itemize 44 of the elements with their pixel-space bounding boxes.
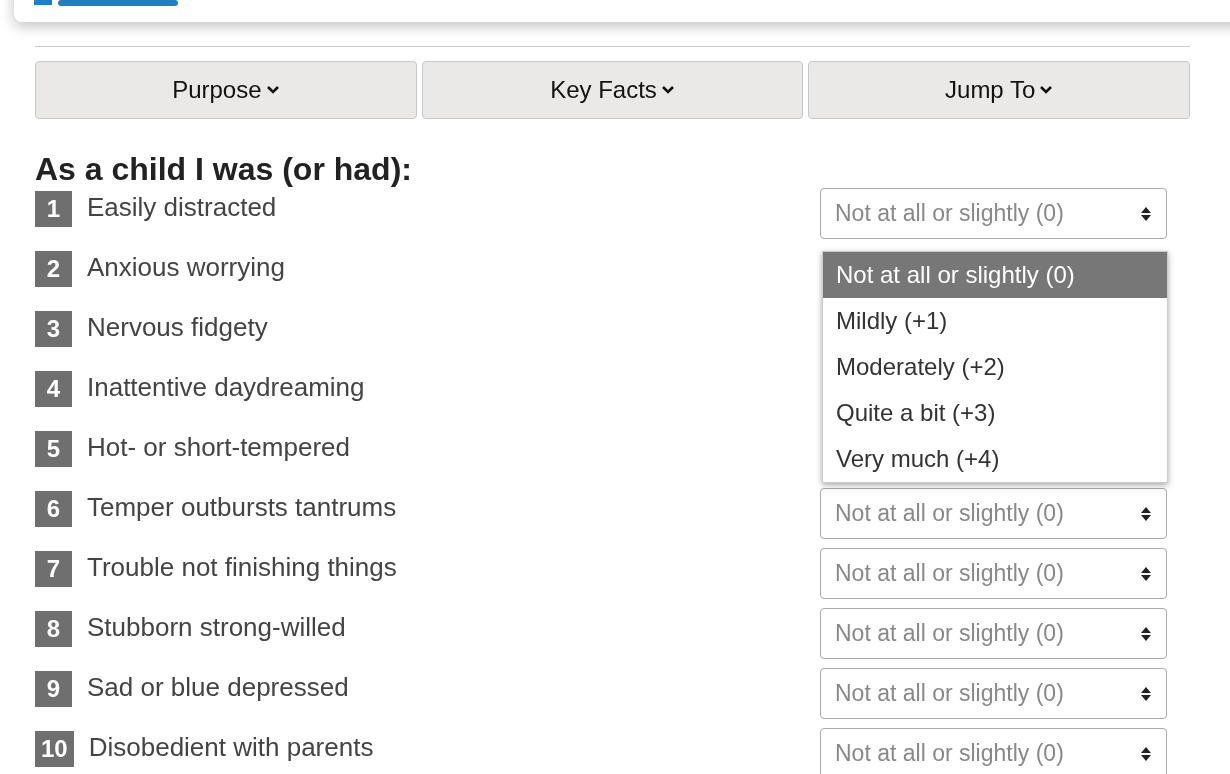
number-badge: 3 <box>35 311 72 347</box>
dropdown-option[interactable]: Not at all or slightly (0) <box>823 252 1167 298</box>
select-field[interactable]: Not at all or slightly (0) <box>820 548 1167 599</box>
number-badge: 2 <box>35 251 72 287</box>
number-badge: 7 <box>35 551 72 587</box>
select-field[interactable]: Not at all or slightly (0) <box>820 608 1167 659</box>
chevron-down-icon <box>265 85 280 95</box>
select-field[interactable]: Not at all or slightly (0) <box>820 188 1167 239</box>
number-badge: 5 <box>35 431 72 467</box>
dropdown-option[interactable]: Quite a bit (+3) <box>823 390 1167 436</box>
question-label: Anxious worrying <box>87 251 285 284</box>
number-badge: 1 <box>35 191 72 227</box>
number-badge: 6 <box>35 491 72 527</box>
section-heading: As a child I was (or had): <box>35 150 413 189</box>
sort-icon <box>1140 205 1152 222</box>
question-label: Stubborn strong-willed <box>87 611 346 644</box>
dropdown-option[interactable]: Moderately (+2) <box>823 344 1167 390</box>
question-label: Sad or blue depressed <box>87 671 349 704</box>
menu-button[interactable]: Key Facts <box>421 61 804 119</box>
chevron-down-icon <box>1039 85 1054 95</box>
select-field[interactable]: Not at all or slightly (0) <box>820 488 1167 539</box>
select-field[interactable]: Not at all or slightly (0) <box>820 728 1167 774</box>
number-badge: 4 <box>35 371 72 407</box>
sort-icon <box>1140 745 1152 762</box>
sort-icon <box>1140 505 1152 522</box>
select-field[interactable]: Not at all or slightly (0) <box>820 668 1167 719</box>
question-label: Hot- or short-tempered <box>87 431 350 464</box>
sort-icon <box>1140 625 1152 642</box>
question-label: Inattentive daydreaming <box>87 371 365 404</box>
sort-icon <box>1140 685 1152 702</box>
number-badge: 10 <box>35 731 74 767</box>
menu-button[interactable]: Purpose <box>35 61 417 119</box>
question-label: Easily distracted <box>87 191 277 224</box>
dropdown-option[interactable]: Very much (+4) <box>823 436 1167 482</box>
number-badge: 9 <box>35 671 72 707</box>
dropdown-option[interactable]: Mildly (+1) <box>823 298 1167 344</box>
chevron-down-icon <box>660 85 675 95</box>
question-label: Nervous fidgety <box>87 311 268 344</box>
question-label: Trouble not finishing things <box>87 551 397 584</box>
menu-button[interactable]: Jump To <box>808 61 1190 119</box>
question-label: Disobedient with parents <box>88 731 374 764</box>
question-label: Temper outbursts tantrums <box>87 491 397 524</box>
number-badge: 8 <box>35 611 72 647</box>
sort-icon <box>1140 565 1152 582</box>
